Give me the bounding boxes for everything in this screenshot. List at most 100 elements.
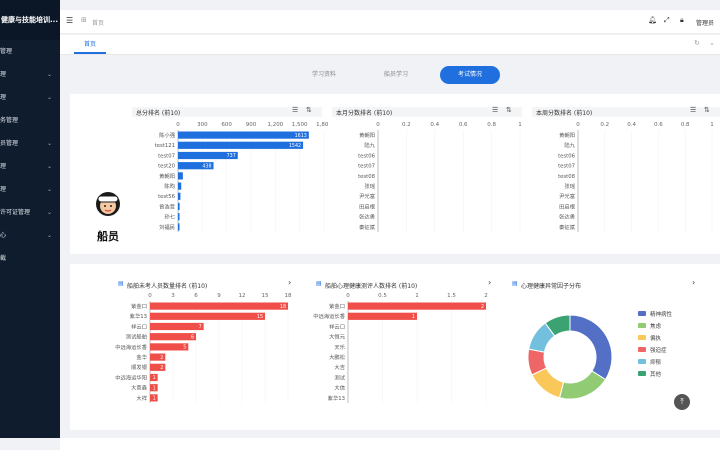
- user-name[interactable]: 管理员: [696, 18, 714, 27]
- category-label: test06: [558, 153, 576, 159]
- category-label: 刘福民: [159, 223, 175, 231]
- legend-swatch: [638, 347, 646, 352]
- category-label: 紫华13: [130, 312, 147, 320]
- sidebar-item[interactable]: 管理: [0, 40, 60, 63]
- category-label: 祥云口: [329, 322, 345, 330]
- category-label: 黄朝阳: [359, 131, 375, 139]
- category-label: test07: [358, 164, 375, 170]
- category-label: 尹光富: [559, 192, 575, 200]
- bar: [150, 322, 204, 331]
- segment-exam-status[interactable]: 考试情况: [440, 66, 501, 84]
- ship-icon: ▤: [316, 280, 322, 287]
- legend-label: 抑郁: [650, 358, 662, 366]
- category-label: 黄朝阳: [159, 172, 175, 180]
- tab-home[interactable]: 首页: [74, 38, 107, 54]
- category-label: 测试: [334, 373, 345, 381]
- bar: [178, 213, 180, 221]
- legend-label: 偏执: [650, 334, 662, 342]
- category-label: 紫华13: [328, 394, 345, 402]
- tick-label: 0.2: [600, 122, 609, 128]
- category-label: test20: [158, 164, 176, 170]
- main-content: 学习资料 船员学习 考试情况 船员 总分排名 (前10) ☰ ⇅ 本月分数排名 …: [60, 56, 720, 438]
- list-icon[interactable]: ☰: [492, 106, 498, 114]
- ship-icon: ▤: [512, 280, 518, 287]
- data-label: 438: [202, 163, 211, 169]
- legend-swatch: [638, 323, 646, 328]
- legend-label: 焦虑: [650, 322, 662, 330]
- category-label: test08: [358, 174, 376, 180]
- sidebar-item-label: 管理: [0, 48, 13, 55]
- sailor-avatar-icon: [96, 192, 120, 216]
- sidebar-item[interactable]: 理 ⌄: [0, 63, 60, 86]
- role-block: 船员: [92, 190, 124, 244]
- segment-study-material[interactable]: 学习资料: [312, 66, 336, 84]
- category-label: 陆九: [364, 141, 375, 149]
- sort-icon[interactable]: ⇅: [506, 106, 512, 114]
- bar: [150, 333, 196, 341]
- category-label: 孙七: [164, 213, 175, 221]
- total-score-chart: 0 300 600 900 1,200 1,500 1,800 陈小强 1613 test121 1…: [155, 122, 328, 232]
- category-label: test07: [158, 153, 175, 159]
- bar: [178, 131, 309, 139]
- week-score-chart: 0 0.2 0.4 0.6 0.8 1 黄朝阳陆九 test06 test07 test08 张瑶尹…: [558, 122, 714, 232]
- sidebar-item[interactable]: 理 ⌄: [0, 155, 60, 178]
- unexam-chart: 0 3 6 9 12 15 18紫金口 18紫华13 15祥云口 7测试船舶 6中远海运长香 5金华 2…: [115, 293, 292, 403]
- panel-title-unexam: 船舶未考人员数量排名 (前10): [127, 283, 208, 290]
- sidebar-item[interactable]: 员管理 ⌄: [0, 132, 60, 155]
- sidebar-item[interactable]: 许可证管理 ⌄: [0, 201, 60, 224]
- tick-label: 1: [415, 293, 419, 299]
- tick-label: 0.8: [487, 122, 496, 128]
- chevron-down-icon: ⌄: [46, 140, 52, 147]
- chevron-right-icon[interactable]: ›: [288, 278, 291, 287]
- panel-title-total: 总分排名 (前10): [136, 110, 181, 117]
- sidebar-item[interactable]: 截: [0, 247, 60, 270]
- back-to-top-button[interactable]: ⤒: [674, 394, 690, 410]
- lock-icon[interactable]: 🔒︎: [680, 16, 684, 25]
- bar: [178, 172, 183, 180]
- chevron-down-icon: ⌄: [46, 209, 52, 216]
- bell-icon[interactable]: 🔔︎: [648, 16, 657, 24]
- chevron-down-icon: ⌄: [46, 232, 52, 239]
- menu-toggle-icon[interactable]: ☰: [66, 16, 73, 25]
- data-label: 1542: [289, 143, 301, 149]
- fullscreen-icon[interactable]: ⤢: [664, 16, 670, 25]
- data-label: 18: [280, 304, 286, 310]
- refresh-icon[interactable]: ↻: [694, 39, 700, 47]
- bar: [178, 141, 304, 149]
- breadcrumb[interactable]: 首页: [92, 18, 104, 27]
- tick-label: 12: [239, 293, 246, 299]
- bar: [178, 182, 182, 190]
- category-label: 张达勇: [559, 213, 575, 221]
- tick-label: 0.2: [402, 122, 411, 128]
- data-label: 15: [257, 314, 263, 320]
- list-icon[interactable]: ☰: [690, 106, 696, 114]
- sidebar-item-label: 理: [0, 71, 7, 78]
- legend-swatch: [638, 335, 646, 340]
- chevron-down-icon[interactable]: ⌄: [709, 39, 715, 47]
- legend-label: 其他: [650, 370, 662, 378]
- chevron-right-icon[interactable]: ›: [692, 278, 695, 287]
- category-label: 紫金口: [131, 302, 147, 310]
- sidebar-item-label: 理: [0, 94, 7, 101]
- list-icon[interactable]: ☰: [292, 106, 298, 114]
- sidebar-item[interactable]: 理 ⌄: [0, 178, 60, 201]
- category-label: 测试船舶: [126, 333, 147, 341]
- sidebar-item[interactable]: 理 ⌄: [0, 86, 60, 109]
- category-label: 秦征斌: [559, 223, 576, 231]
- tick-label: 0: [346, 293, 350, 299]
- category-label: 陆九: [564, 141, 575, 149]
- category-label: test08: [558, 174, 576, 180]
- tick-label: 6: [194, 293, 198, 299]
- chevron-right-icon[interactable]: ›: [488, 278, 491, 287]
- sidebar-item-label: 务管理: [0, 117, 19, 124]
- tick-label: 0.4: [430, 122, 439, 128]
- segment-crew-study[interactable]: 船员学习: [384, 66, 408, 84]
- sidebar-item[interactable]: 务管理: [0, 109, 60, 132]
- sidebar-item[interactable]: 心 ⌄: [0, 224, 60, 247]
- category-label: 祥云口: [131, 322, 147, 330]
- sort-icon[interactable]: ⇅: [704, 106, 710, 114]
- data-label: 1: [153, 375, 156, 381]
- sort-icon[interactable]: ⇅: [306, 106, 312, 114]
- tick-label: 0: [148, 293, 152, 299]
- tick-label: 1,800: [316, 122, 328, 128]
